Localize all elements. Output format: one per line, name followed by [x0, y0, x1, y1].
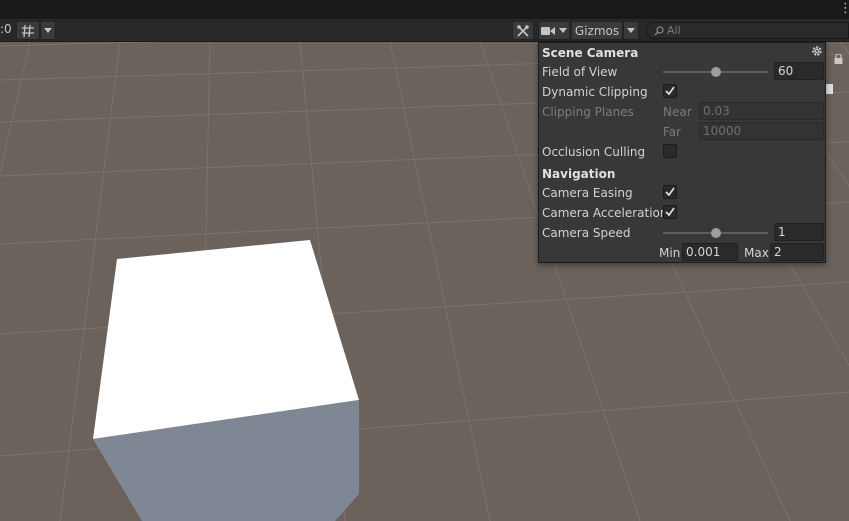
far-label: Far — [663, 125, 682, 139]
clipping-planes-label: Clipping Planes — [542, 105, 634, 119]
tools-icon — [517, 24, 529, 37]
grid-toggle-button[interactable] — [16, 21, 40, 40]
camera-speed-input[interactable]: 1 — [774, 223, 824, 241]
grid-icon — [22, 24, 34, 37]
checkmark-icon — [665, 86, 675, 96]
occlusion-culling-checkbox[interactable] — [663, 144, 677, 158]
camera-easing-checkbox[interactable] — [663, 185, 677, 199]
gizmos-dropdown-button[interactable] — [623, 21, 639, 40]
field-of-view-slider-thumb[interactable] — [710, 67, 721, 77]
gear-icon[interactable] — [811, 45, 823, 57]
field-of-view-label: Field of View — [542, 65, 618, 79]
search-input[interactable]: All — [646, 22, 849, 39]
chevron-down-icon — [44, 28, 52, 33]
min-label: Min — [659, 246, 681, 260]
camera-acceleration-checkbox[interactable] — [663, 205, 677, 219]
camera-settings-button[interactable] — [538, 21, 570, 40]
chevron-down-icon — [627, 28, 635, 33]
far-input[interactable]: 10000 — [699, 122, 824, 140]
gizmos-label: Gizmos — [574, 23, 620, 38]
min-speed-input[interactable]: 0.001 — [682, 243, 738, 261]
kebab-menu-icon[interactable]: ⋮ — [839, 2, 849, 16]
chevron-down-icon — [559, 28, 567, 33]
camera-speed-slider-thumb[interactable] — [710, 228, 721, 238]
panel-edge-icon — [826, 84, 833, 94]
grid-dropdown-button[interactable] — [40, 21, 56, 40]
near-input[interactable]: 0.03 — [699, 102, 824, 120]
search-placeholder: All — [667, 24, 681, 37]
lock-icon[interactable] — [834, 54, 843, 64]
search-icon — [654, 26, 664, 36]
scene-camera-popup: Scene Camera Field of View 60 Dynamic Cl… — [538, 42, 826, 263]
near-label: Near — [663, 105, 692, 119]
toolbar-left-fragment: :0 — [0, 22, 12, 36]
max-speed-input[interactable]: 2 — [770, 243, 824, 261]
dynamic-clipping-label: Dynamic Clipping — [542, 85, 648, 99]
camera-icon — [541, 26, 555, 35]
field-of-view-slider[interactable] — [663, 67, 768, 77]
camera-easing-label: Camera Easing — [542, 186, 633, 200]
tools-button[interactable] — [512, 21, 534, 40]
camera-acceleration-label: Camera Acceleration — [542, 206, 668, 220]
scene-toolbar: :0 Gizmos All — [0, 19, 849, 42]
scene-camera-title: Scene Camera — [542, 46, 639, 60]
camera-speed-label: Camera Speed — [542, 226, 631, 240]
occlusion-culling-label: Occlusion Culling — [542, 145, 646, 159]
max-label: Max — [744, 246, 769, 260]
checkmark-icon — [665, 207, 675, 217]
gizmos-button[interactable]: Gizmos — [571, 21, 623, 40]
field-of-view-input[interactable]: 60 — [774, 62, 824, 80]
navigation-title: Navigation — [542, 167, 616, 181]
dynamic-clipping-checkbox[interactable] — [663, 84, 677, 98]
window-top-strip: ⋮ — [0, 0, 849, 19]
cube-object[interactable] — [93, 240, 359, 521]
camera-speed-slider[interactable] — [663, 228, 768, 238]
checkmark-icon — [665, 187, 675, 197]
